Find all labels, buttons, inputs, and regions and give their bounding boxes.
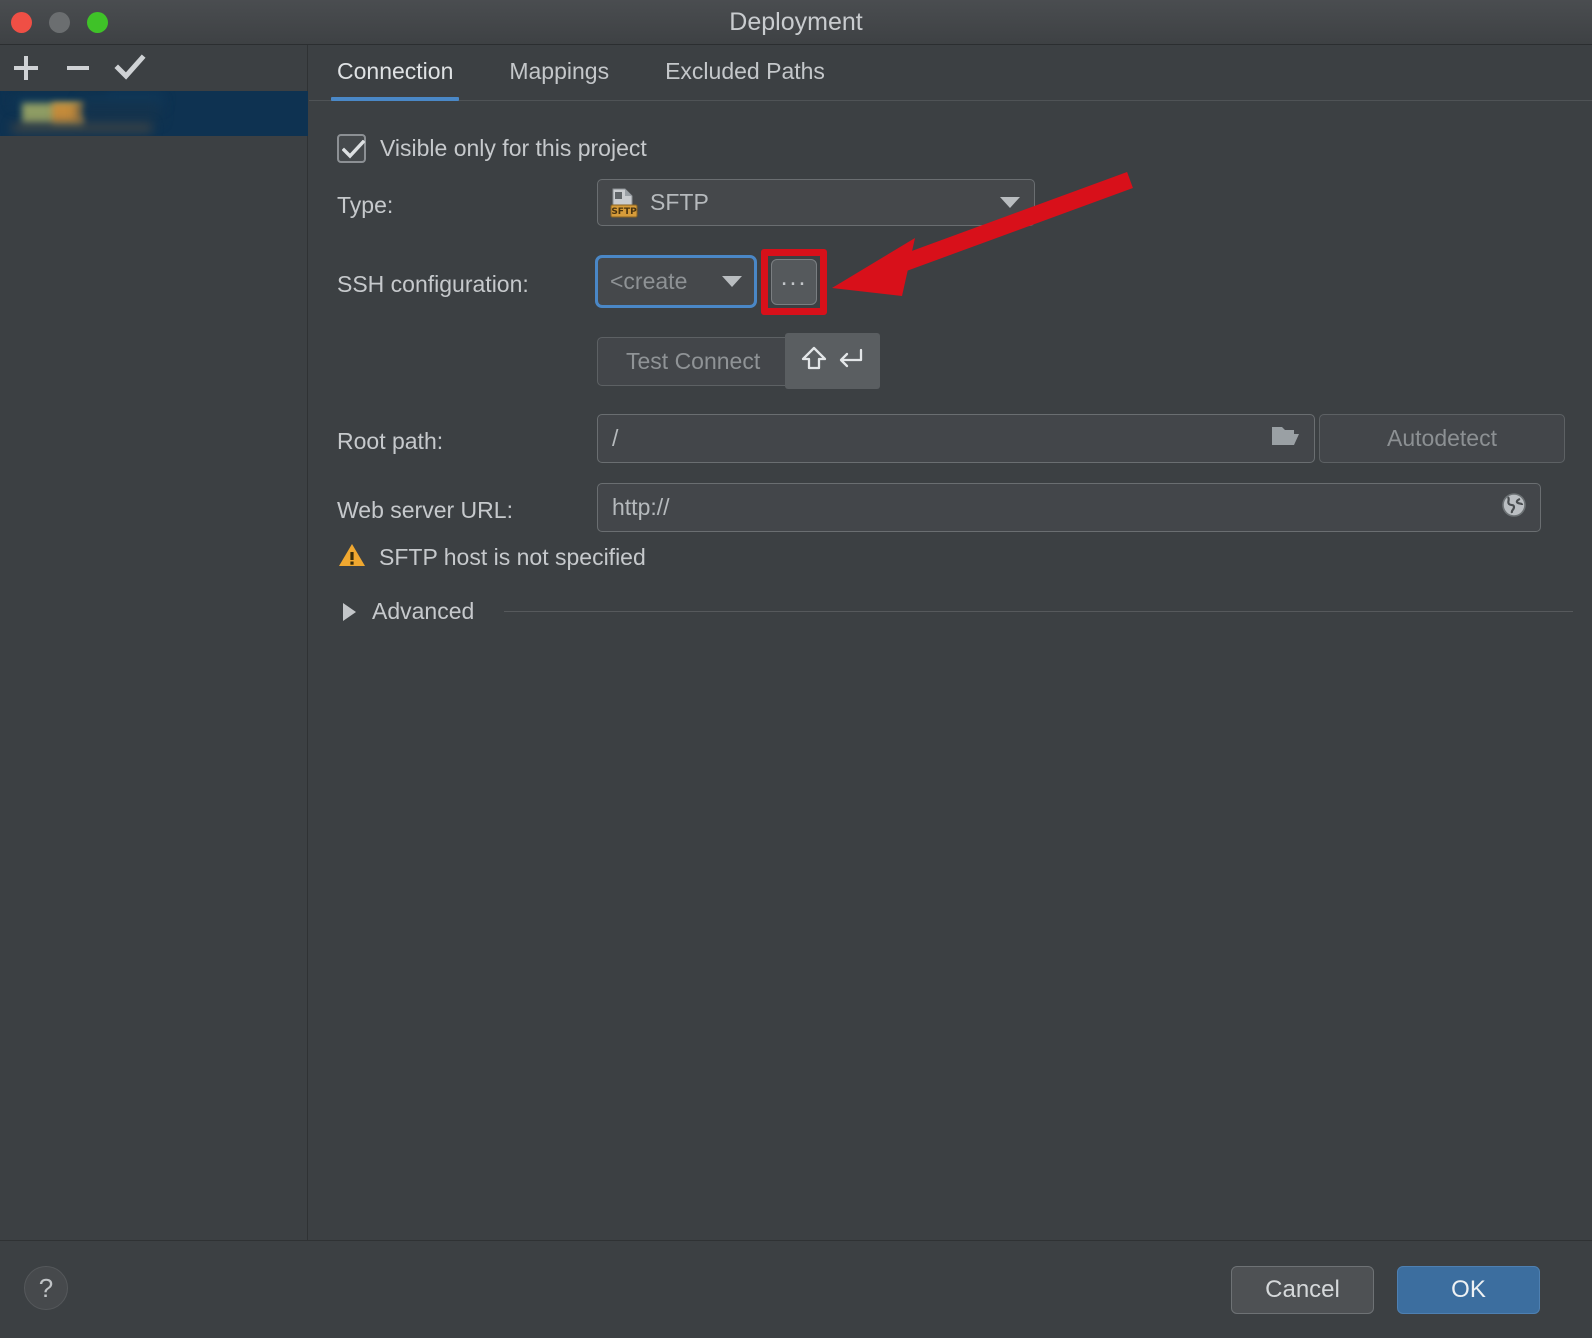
chevron-down-icon: [1000, 197, 1020, 208]
help-button[interactable]: ?: [24, 1266, 68, 1310]
title-bar: Deployment: [0, 0, 1592, 45]
root-path-value: /: [612, 425, 619, 451]
type-value-group: SFTP SFTP: [610, 188, 709, 218]
ssh-configuration-combobox[interactable]: <create: [595, 255, 757, 308]
annotation-highlight-box: [761, 249, 827, 315]
deployment-dialog: Deployment Connection Mappings Excluded …: [0, 0, 1592, 1338]
chevron-right-icon: [343, 602, 356, 621]
connection-form: Visible only for this project Type: SFTP: [309, 101, 1592, 1240]
svg-text:SFTP: SFTP: [611, 207, 637, 217]
visible-only-checkbox-label: Visible only for this project: [380, 135, 647, 161]
tab-excluded-paths[interactable]: Excluded Paths: [637, 44, 853, 100]
redacted-content: [80, 101, 160, 121]
set-default-button[interactable]: [104, 45, 156, 91]
tab-mappings[interactable]: Mappings: [481, 44, 637, 100]
tab-bar: Connection Mappings Excluded Paths: [309, 45, 1592, 101]
web-server-url-value: http://: [612, 494, 670, 520]
autodetect-label: Autodetect: [1387, 425, 1497, 451]
cancel-button[interactable]: Cancel: [1231, 1266, 1374, 1314]
shortcut-tooltip: [785, 333, 880, 389]
web-server-url-input[interactable]: http://: [597, 483, 1541, 532]
globe-icon[interactable]: [1500, 491, 1528, 525]
warning-row: SFTP host is not specified: [337, 541, 646, 574]
web-server-url-label: Web server URL:: [337, 497, 513, 523]
server-list: [0, 91, 308, 1240]
ok-button[interactable]: OK: [1397, 1266, 1540, 1314]
connection-panel: Connection Mappings Excluded Paths Visib…: [309, 45, 1592, 1240]
list-item[interactable]: [0, 91, 308, 136]
window-title: Deployment: [729, 8, 863, 36]
root-path-label: Root path:: [337, 428, 444, 454]
enter-key-icon: [834, 345, 864, 378]
tab-connection[interactable]: Connection: [309, 44, 481, 101]
add-button[interactable]: [0, 45, 52, 91]
ssh-configuration-value: <create: [610, 268, 688, 294]
visible-only-checkbox-row[interactable]: Visible only for this project: [337, 134, 647, 163]
ssh-configuration-label: SSH configuration:: [337, 271, 529, 297]
remove-button[interactable]: [52, 45, 104, 91]
type-combobox[interactable]: SFTP SFTP: [597, 179, 1035, 226]
type-value: SFTP: [650, 189, 709, 215]
warning-triangle-icon: [337, 541, 367, 574]
test-connection-label: Test Connect: [626, 348, 761, 374]
server-list-toolbar: [0, 45, 308, 91]
root-path-input[interactable]: /: [597, 414, 1315, 463]
section-divider: [504, 611, 1573, 612]
advanced-section-header[interactable]: Advanced: [343, 598, 1573, 625]
sftp-file-icon: SFTP: [610, 188, 638, 218]
server-list-panel: [0, 45, 308, 1240]
folder-icon[interactable]: [1270, 423, 1302, 455]
redacted-content: [12, 123, 152, 133]
type-label: Type:: [337, 192, 394, 218]
chevron-down-icon: [722, 276, 742, 287]
visible-only-checkbox[interactable]: [337, 134, 366, 163]
dialog-footer: ? Cancel OK: [0, 1240, 1592, 1338]
advanced-label: Advanced: [372, 598, 475, 624]
shift-key-icon: [801, 345, 827, 378]
autodetect-button[interactable]: Autodetect: [1319, 414, 1565, 463]
warning-message: SFTP host is not specified: [379, 544, 646, 570]
